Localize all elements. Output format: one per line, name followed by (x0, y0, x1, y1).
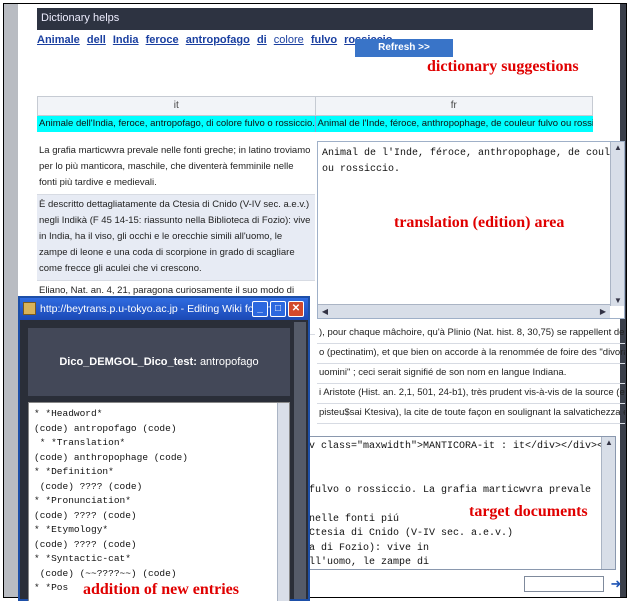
column-header-it: it (38, 97, 316, 115)
close-icon[interactable]: ✕ (288, 301, 304, 317)
annotation-dictionary-suggestions: dictionary suggestions (427, 58, 579, 75)
dict-word-link[interactable]: fulvo (311, 34, 337, 46)
it-cell-first: Animale dell'India, feroce, antropofago,… (37, 116, 316, 132)
scroll-up-icon[interactable]: ▲ (611, 143, 625, 152)
target-vertical-scrollbar[interactable]: ▲ (601, 437, 615, 569)
dict-word-link[interactable]: Animale (37, 34, 80, 46)
go-arrow-icon[interactable]: ➜ (607, 576, 625, 592)
scroll-left-icon[interactable]: ◀ (318, 307, 332, 316)
translation-horizontal-scrollbar[interactable]: ◀ ▶ (318, 304, 610, 318)
translation-vertical-scrollbar[interactable]: ▲ ▼ (610, 142, 624, 306)
fr-paragraph[interactable]: pisteu$sai Ktesiva), la cite de toute fa… (317, 404, 625, 424)
dict-word-link[interactable]: antropofago (186, 34, 250, 46)
favicon-icon (23, 302, 36, 315)
it-paragraph[interactable]: La grafia marticwvra prevale nelle fonti… (37, 141, 315, 195)
wiki-edit-textarea[interactable]: * *Headword* (code) antropofago (code) *… (29, 403, 289, 601)
annotation-addition-new-entries: addition of new entries (83, 581, 239, 598)
table-header: it fr (37, 96, 593, 116)
dict-word-link[interactable]: India (113, 34, 139, 46)
dictionary-title: Dictionary helps (37, 8, 593, 30)
scroll-up-icon[interactable]: ▲ (602, 438, 616, 447)
browser-left-edge (4, 4, 18, 597)
wiki-edit-box[interactable]: * *Headword* (code) antropofago (code) *… (28, 402, 290, 601)
maximize-icon[interactable]: □ (270, 301, 286, 317)
dictionary-word-links: Animale dell India feroce antropofago di… (37, 34, 593, 46)
fr-paragraph[interactable]: o (pectinatim), et que bien on accorde à… (317, 344, 625, 364)
minimize-icon[interactable]: _ (252, 301, 268, 317)
popup-titlebar[interactable]: http://beytrans.p.u-tokyo.ac.jp - Editin… (20, 298, 308, 320)
wiki-page-prefix: Dico_DEMGOL_Dico_test: (59, 356, 197, 368)
dict-word-link[interactable]: di (257, 34, 267, 46)
highlighted-row[interactable]: Animale dell'India, feroce, antropofago,… (37, 116, 593, 132)
wiki-textarea-scrollbar[interactable] (277, 403, 289, 601)
dict-word-link[interactable]: feroce (146, 34, 179, 46)
translation-table: it fr Animale dell'India, feroce, antrop… (37, 96, 593, 132)
dict-word-link[interactable]: dell (87, 34, 106, 46)
french-column-lower: ), pour chaque mâchoire, qu'à Plinio (Na… (317, 324, 625, 424)
annotation-translation-area: translation (edition) area (394, 214, 565, 231)
bottom-search-input[interactable] (524, 576, 604, 592)
refresh-button[interactable]: Refresh >> (355, 39, 453, 57)
popup-heading: Dico_DEMGOL_Dico_test: antropofago (28, 356, 290, 368)
popup-scrollbar[interactable] (294, 322, 306, 599)
wiki-page-term: antropofago (199, 356, 259, 368)
fr-paragraph[interactable]: i Aristote (Hist. an. 2,1, 501, 24-b1), … (317, 384, 625, 404)
wiki-edit-popup: http://beytrans.p.u-tokyo.ac.jp - Editin… (18, 296, 310, 601)
annotation-target-documents: target documents (469, 503, 588, 520)
dictionary-panel: Dictionary helps Animale dell India fero… (37, 8, 593, 64)
scroll-down-icon[interactable]: ▼ (611, 296, 625, 305)
it-paragraph[interactable]: È descritto dettagliatamente da Ctesia d… (37, 195, 315, 281)
column-header-fr: fr (450, 100, 457, 111)
dict-word-link[interactable]: colore (274, 34, 304, 46)
fr-paragraph[interactable]: ), pour chaque mâchoire, qu'à Plinio (Na… (317, 324, 625, 344)
fr-paragraph[interactable]: uomini" ; ceci serait signifié de son no… (317, 364, 625, 384)
scroll-right-icon[interactable]: ▶ (596, 307, 610, 316)
fr-cell-first: Animal de l'Inde, féroce, anthropophage,… (317, 118, 594, 129)
popup-window-title: http://beytrans.p.u-tokyo.ac.jp - Editin… (40, 303, 284, 315)
